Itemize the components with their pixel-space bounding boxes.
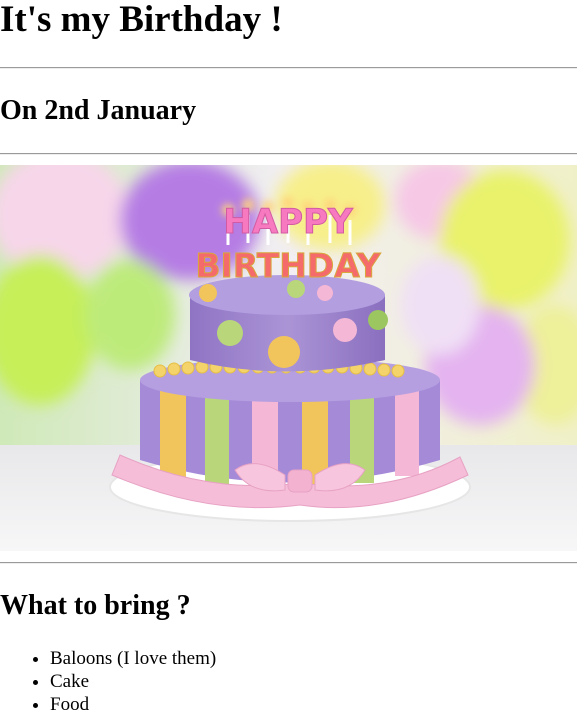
page-title: It's my Birthday ! bbox=[0, 0, 283, 40]
date-heading: On 2nd January bbox=[0, 95, 197, 126]
birthday-cake-image: HAPPY BIRTHDAY bbox=[0, 165, 577, 551]
cake-topper-happy: HAPPY bbox=[223, 202, 353, 242]
cake-topper-birthday: BIRTHDAY bbox=[195, 246, 381, 285]
divider bbox=[0, 153, 577, 155]
bring-heading: What to bring ? bbox=[0, 590, 191, 621]
divider bbox=[0, 562, 577, 564]
bring-list: Baloons (I love them) Cake Food bbox=[0, 647, 216, 716]
list-item: Cake bbox=[50, 670, 216, 693]
list-item: Food bbox=[50, 693, 216, 716]
divider bbox=[0, 67, 577, 69]
list-item: Baloons (I love them) bbox=[50, 647, 216, 670]
